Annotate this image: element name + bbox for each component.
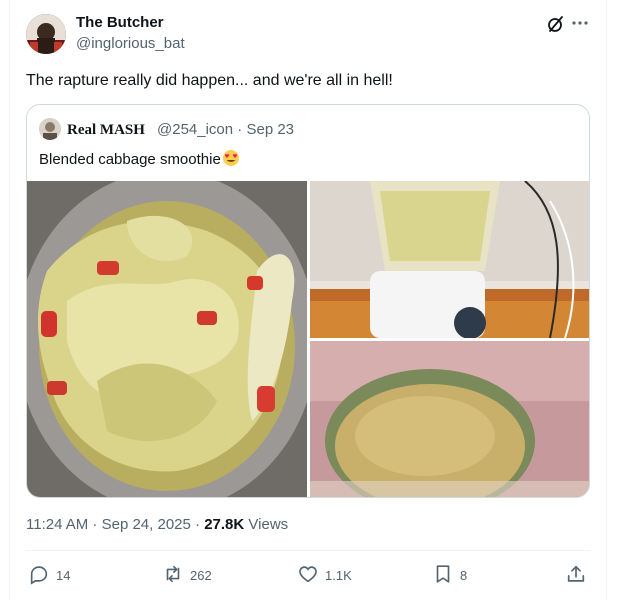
- bookmark-icon: [432, 563, 454, 588]
- share-icon: [565, 563, 587, 588]
- divider: [26, 550, 590, 551]
- quoted-author-avatar[interactable]: [39, 118, 61, 140]
- heart-eyes-emoji: [222, 149, 240, 173]
- like-icon: [297, 563, 319, 588]
- quoted-author-name[interactable]: Real MASH: [67, 121, 145, 139]
- views-label: Views: [248, 516, 289, 533]
- cabbage-pot-photo[interactable]: [27, 181, 307, 497]
- quoted-text: Blended cabbage smoothie: [39, 149, 240, 173]
- author-avatar[interactable]: [26, 14, 66, 54]
- retweet-icon: [162, 563, 184, 588]
- quoted-text-body: Blended cabbage smoothie: [39, 151, 221, 168]
- blender-photo[interactable]: [310, 181, 589, 338]
- tweet-date[interactable]: Sep 24, 2025: [102, 516, 191, 533]
- grok-icon[interactable]: [546, 14, 566, 34]
- tweet-time[interactable]: 11:24 AM: [26, 516, 88, 533]
- author-handle[interactable]: @inglorious_bat: [76, 35, 185, 53]
- quoted-media-grid: [27, 181, 589, 497]
- bookmark-button[interactable]: 8: [432, 563, 467, 587]
- retweet-button[interactable]: 262: [162, 563, 212, 587]
- retweet-count: 262: [190, 567, 212, 583]
- quoted-author-handle[interactable]: @254_icon: [157, 121, 233, 138]
- reply-button[interactable]: 14: [28, 563, 70, 587]
- quoted-meta: @254_icon · Sep 23: [157, 121, 295, 138]
- reply-icon: [28, 563, 50, 588]
- quoted-date[interactable]: Sep 23: [246, 121, 294, 138]
- tweet-text: The rapture really did happen... and we'…: [26, 72, 393, 89]
- quoted-tweet[interactable]: Real MASH @254_icon · Sep 23 Blended cab…: [26, 104, 590, 498]
- reply-count: 14: [56, 567, 71, 583]
- more-icon[interactable]: [570, 12, 590, 32]
- like-count: 1.1K: [325, 567, 352, 583]
- tweet-timestamp: 11:24 AM · Sep 24, 2025 · 27.8K Views: [26, 516, 289, 533]
- views-count: 27.8K: [204, 516, 245, 533]
- like-button[interactable]: 1.1K: [297, 563, 352, 587]
- bookmark-count: 8: [460, 567, 468, 583]
- smoothie-bowl-photo[interactable]: [310, 341, 589, 497]
- share-button[interactable]: [565, 563, 587, 587]
- author-name[interactable]: The Butcher: [76, 14, 164, 32]
